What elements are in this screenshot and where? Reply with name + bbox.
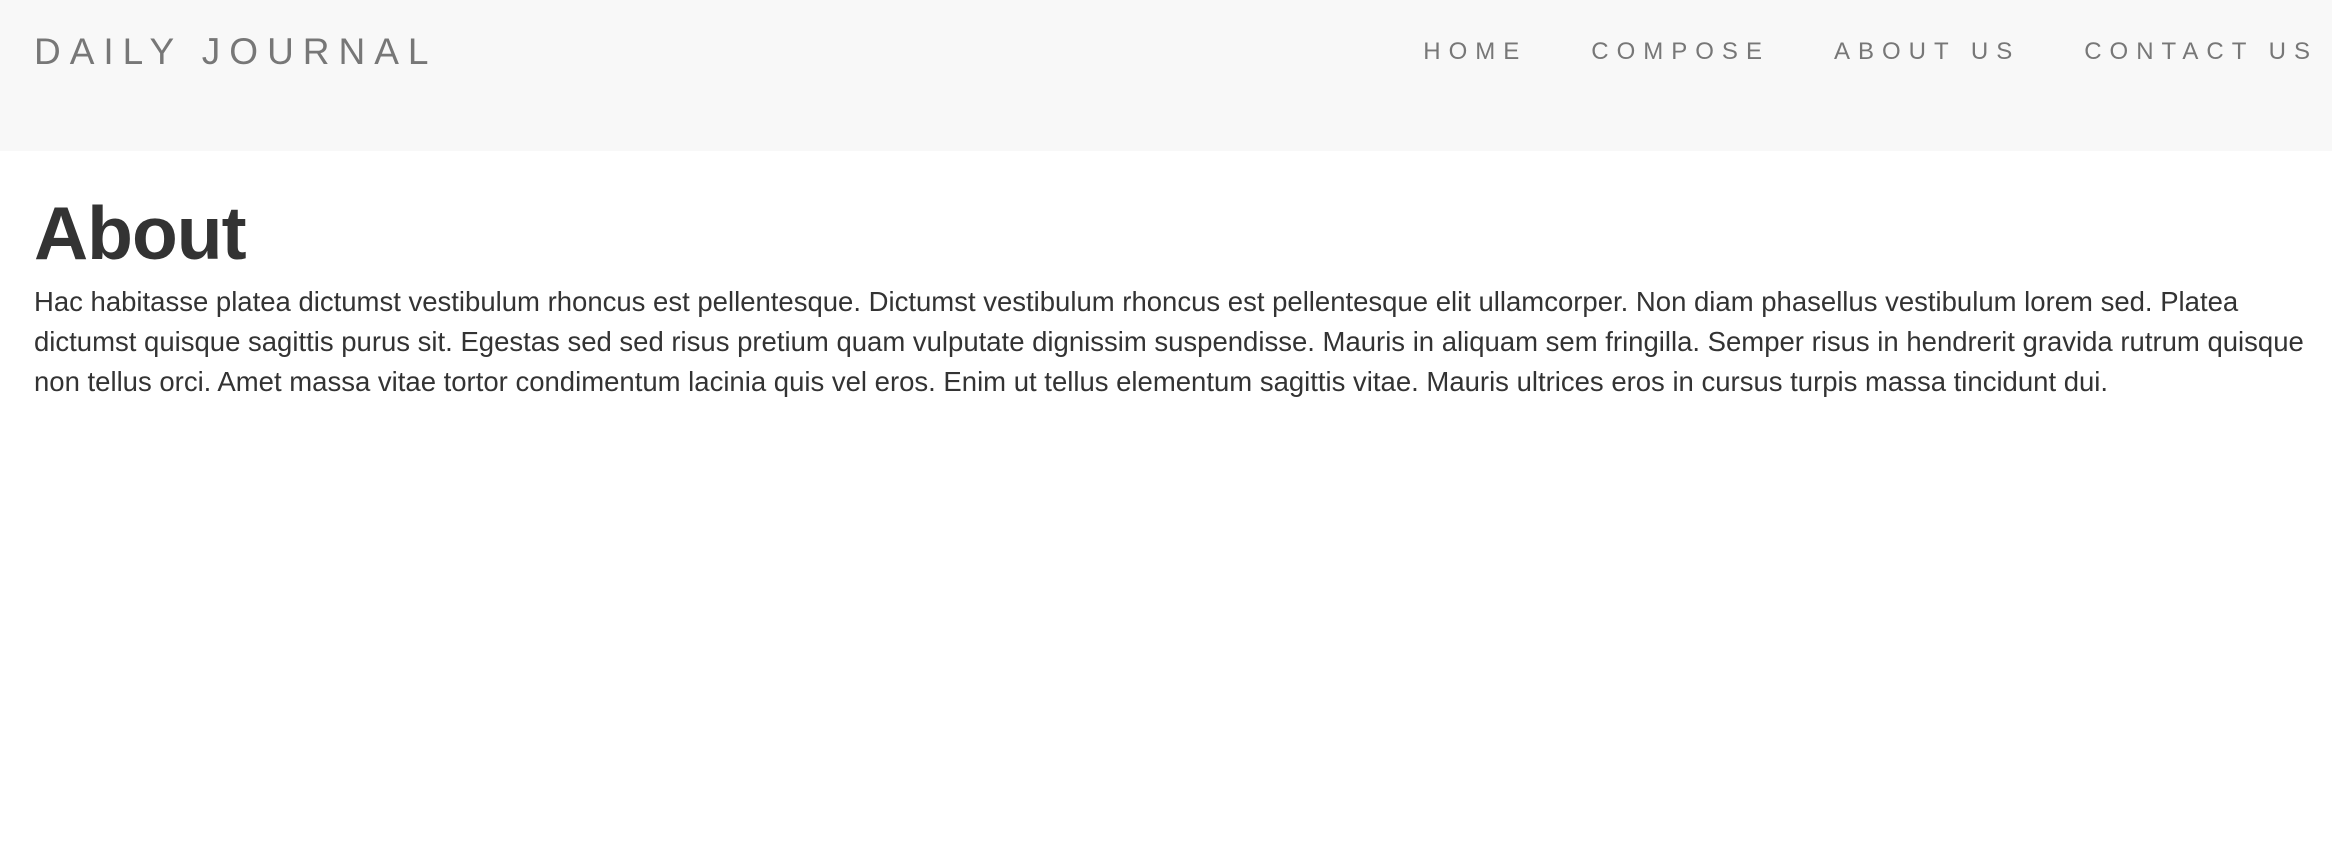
nav-item-about-us: ABOUT US (1834, 38, 2020, 66)
page-title: About (34, 191, 247, 275)
navbar: DAILY JOURNAL HOME COMPOSE ABOUT US CONT… (0, 0, 2332, 151)
nav-link-about-us[interactable]: ABOUT US (1834, 38, 2020, 66)
nav-link-home[interactable]: HOME (1423, 38, 1527, 66)
nav-link-compose[interactable]: COMPOSE (1591, 38, 1770, 66)
main-content: About Hac habitasse platea dictumst vest… (34, 188, 2314, 402)
nav-menu: HOME COMPOSE ABOUT US CONTACT US (1359, 38, 2318, 66)
nav-item-home: HOME (1423, 38, 1527, 66)
nav-item-compose: COMPOSE (1591, 38, 1770, 66)
brand-link[interactable]: DAILY JOURNAL (34, 30, 438, 74)
nav-item-contact-us: CONTACT US (2084, 38, 2318, 66)
about-paragraph: Hac habitasse platea dictumst vestibulum… (34, 286, 2304, 397)
nav-link-contact-us[interactable]: CONTACT US (2084, 38, 2318, 66)
